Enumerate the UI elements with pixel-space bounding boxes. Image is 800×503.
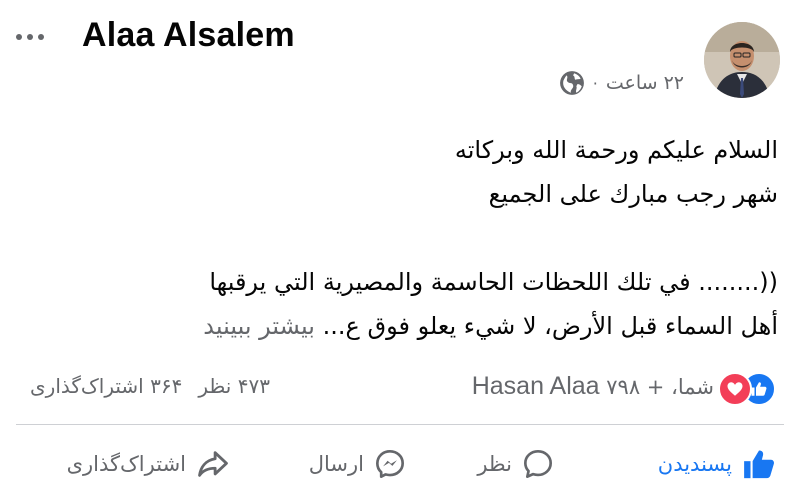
post-time[interactable]: ۲۲ ساعت	[606, 72, 684, 94]
post-meta: ۲۲ ساعت ·	[559, 70, 684, 96]
reactions-row: شما، + ۷۹۸ Hasan Alaa ۴۷۳ نظر ۳۶۴ اشتراک…	[0, 368, 800, 408]
globe-icon[interactable]	[559, 70, 585, 96]
share-button[interactable]: اشتراک‌گذاری	[67, 440, 230, 488]
comment-label: نظر	[477, 452, 512, 476]
love-reaction-glyph	[727, 382, 743, 396]
post-header: Alaa Alsalem ۲۲ ساعت ·	[0, 0, 800, 118]
comment-icon	[524, 450, 552, 478]
divider	[16, 424, 784, 425]
share-label: اشتراک‌گذاری	[66, 452, 186, 476]
engagement-counts: ۴۷۳ نظر ۳۶۴ اشتراک‌گذاری	[30, 374, 270, 398]
meta-separator: ·	[592, 73, 598, 93]
post-line-truncated: أهل السماء قبل الأرض، لا شيء يعلو فوق ع.…	[18, 304, 778, 348]
like-button[interactable]: پسندیدن	[658, 440, 776, 488]
like-reaction-glyph	[751, 382, 767, 396]
more-options-button[interactable]	[16, 26, 50, 48]
more-icon	[16, 34, 22, 40]
post-line: أهل السماء قبل الأرض، لا شيء يعلو فوق ع.…	[322, 312, 778, 340]
share-icon	[198, 451, 228, 477]
avatar-photo	[704, 22, 780, 98]
avatar[interactable]	[704, 22, 780, 98]
post-blank-line	[18, 216, 778, 260]
see-more-link[interactable]: بیشتر ببینید	[203, 312, 315, 340]
send-label: ارسال	[308, 452, 364, 476]
more-icon-dot	[27, 34, 33, 40]
like-label: پسندیدن	[657, 452, 732, 476]
post-text: السلام عليكم ورحمة الله وبركاته شهر رجب …	[18, 128, 778, 348]
author-name[interactable]: Alaa Alsalem	[82, 16, 295, 55]
reaction-summary-name: Hasan Alaa	[471, 372, 600, 400]
post-line: ((........ في تلك اللحظات الحاسمة والمصي…	[209, 268, 778, 296]
reaction-icons[interactable]	[718, 372, 776, 406]
reaction-summary-count: + ۷۹۸	[606, 375, 665, 399]
share-count[interactable]: ۳۶۴ اشتراک‌گذاری	[30, 374, 182, 398]
post-line: شهر رجب مبارك على الجميع	[488, 180, 778, 208]
comment-count[interactable]: ۴۷۳ نظر	[198, 374, 270, 398]
love-reaction-icon	[718, 372, 752, 406]
post-line: السلام عليكم ورحمة الله وبركاته	[454, 136, 778, 164]
more-icon-dot	[38, 34, 44, 40]
action-bar: پسندیدن نظر ارسال اشتراک‌گذاری	[0, 432, 800, 496]
send-button[interactable]: ارسال	[309, 440, 406, 488]
reaction-summary-prefix: شما،	[671, 375, 714, 399]
like-icon	[744, 450, 774, 479]
reaction-summary[interactable]: شما، + ۷۹۸ Hasan Alaa	[472, 372, 714, 401]
comment-button[interactable]: نظر	[477, 440, 554, 488]
messenger-icon	[376, 450, 404, 478]
